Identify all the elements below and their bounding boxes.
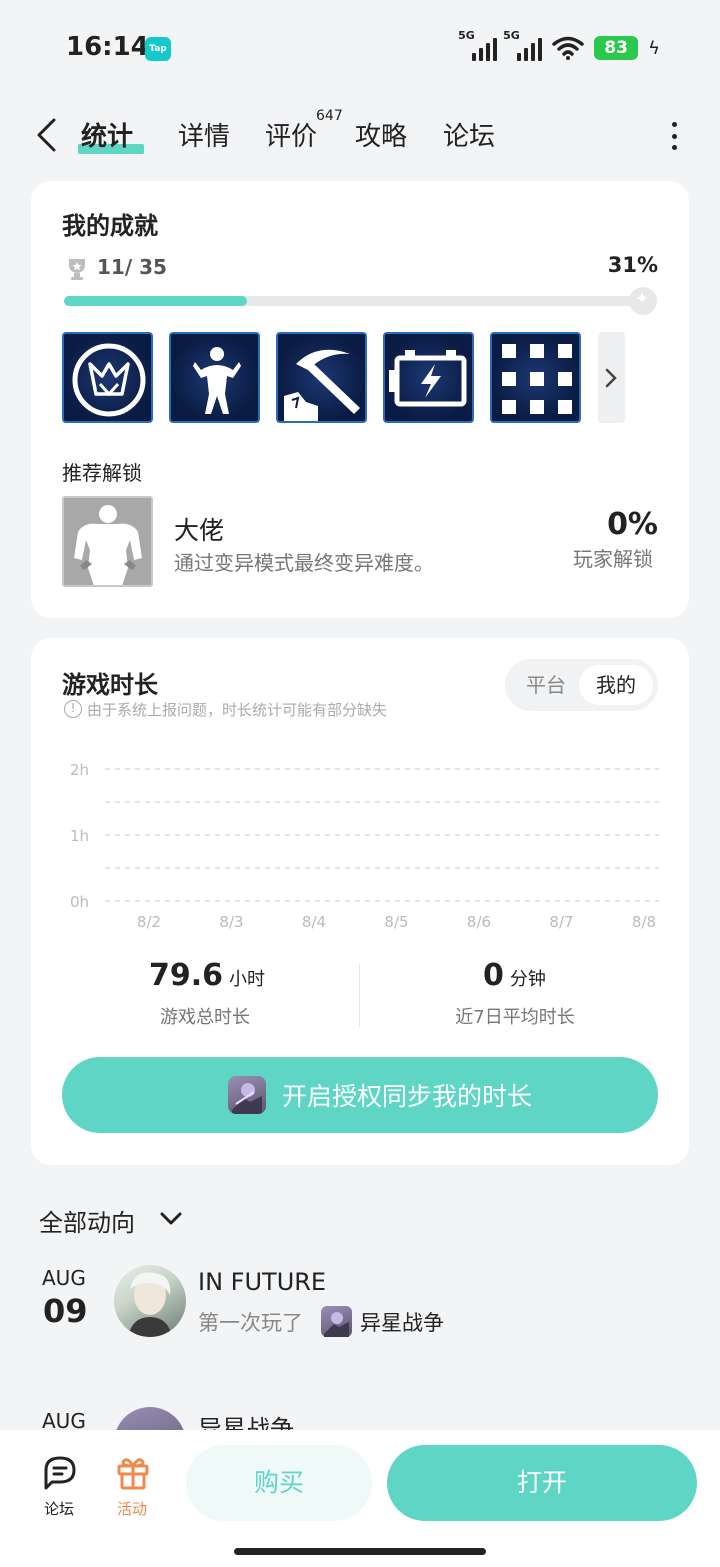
total-playtime-value: 79.6: [149, 958, 224, 993]
trophy-icon: [69, 259, 85, 280]
feed-filter[interactable]: 全部动向: [39, 1203, 135, 1238]
achievement-badge[interactable]: [169, 332, 260, 423]
achievement-badge[interactable]: [490, 332, 581, 423]
chevron-right-icon: [605, 368, 617, 388]
game-icon[interactable]: [321, 1306, 352, 1337]
total-playtime-unit: 小时: [229, 969, 266, 990]
playtime-note: 由于系统上报问题，时长统计可能有部分缺失: [87, 701, 388, 719]
cellular-signal-icon: 5G: [503, 29, 543, 61]
top-navigation: 统计 详情 评价 647 攻略 论坛: [0, 100, 720, 170]
forum-label[interactable]: 论坛: [29, 1498, 89, 1519]
total-playtime-label: 游戏总时长: [160, 1007, 250, 1028]
tab-reviews[interactable]: 评价: [265, 116, 317, 153]
playtime-chart: 2h 1h 0h 8/2 8/3 8/4 8/5 8/6 8/7 8/8: [70, 761, 659, 931]
sync-playtime-button[interactable]: 开启授权同步我的时长: [62, 1057, 658, 1133]
recommended-unlock-percent: 0%: [607, 507, 658, 542]
recommended-achievement-description: 通过变异模式最终变异难度。: [174, 551, 434, 575]
playtime-card: 游戏时长 平台 我的 ! 由于系统上报问题，时长统计可能有部分缺失 2h 1h 0h…: [31, 638, 689, 1165]
x-tick-label: 8/4: [302, 913, 326, 931]
flexing-figure-icon: [193, 347, 241, 414]
activity-label[interactable]: 活动: [102, 1498, 162, 1519]
achievement-progress-bar: [64, 296, 654, 306]
tab-forum[interactable]: 论坛: [443, 116, 495, 153]
progress-goal-icon: [629, 287, 657, 315]
signal-type-label: 5G: [458, 29, 475, 42]
home-indicator[interactable]: [234, 1548, 486, 1555]
recommended-achievement-icon[interactable]: [62, 496, 153, 587]
buy-button[interactable]: 购买: [186, 1445, 372, 1521]
achievements-card[interactable]: 我的成就 11/ 35 31% ✦ 推荐解锁 大佬 通过变异模式最终变异难度。 …: [31, 181, 689, 618]
y-tick-label: 2h: [70, 761, 89, 779]
info-icon: !: [64, 700, 82, 718]
signal-type-label: 5G: [503, 29, 520, 42]
chevron-down-icon[interactable]: [160, 1212, 182, 1226]
achievement-badge[interactable]: [276, 332, 367, 423]
bottom-action-bar: 论坛 活动 购买 打开: [0, 1430, 720, 1567]
scope-toggle[interactable]: 平台 我的: [505, 659, 658, 711]
feed-month: AUG: [42, 1266, 86, 1290]
avatar[interactable]: [114, 1265, 186, 1337]
feed-action: 第一次玩了: [198, 1311, 303, 1335]
feed-game-name[interactable]: 异星战争: [360, 1307, 444, 1337]
y-tick-label: 0h: [70, 893, 89, 911]
achievement-progress-fill: [64, 296, 247, 306]
review-count: 647: [316, 108, 343, 124]
total-playtime: 79.6 小时: [149, 958, 265, 993]
achievement-count: 11/ 35: [97, 255, 167, 279]
crown-emblem-icon: [72, 343, 146, 417]
recommended-unlock-title: 推荐解锁: [62, 461, 142, 485]
feed-username[interactable]: IN FUTURE: [198, 1268, 326, 1296]
charging-icon: ϟ: [648, 37, 660, 59]
playtime-title: 游戏时长: [62, 671, 158, 699]
y-tick-label: 1h: [70, 827, 89, 845]
open-button[interactable]: 打开: [387, 1445, 697, 1521]
wifi-icon: [552, 36, 584, 60]
x-tick-label: 8/6: [467, 913, 491, 931]
recommended-unlock-label: 玩家解锁: [573, 547, 653, 571]
x-tick-label: 8/7: [549, 913, 573, 931]
tab-details[interactable]: 详情: [178, 116, 230, 153]
forum-chat-icon[interactable]: [40, 1452, 80, 1492]
avg-playtime: 0 分钟: [483, 958, 546, 993]
toggle-mine[interactable]: 我的: [579, 665, 653, 705]
tab-stats[interactable]: 统计: [81, 116, 133, 153]
taptap-notification-icon: Tap: [145, 37, 171, 61]
x-tick-label: 8/2: [137, 913, 161, 931]
toggle-platform[interactable]: 平台: [511, 665, 581, 705]
x-tick-label: 8/3: [219, 913, 243, 931]
x-tick-label: 8/5: [384, 913, 408, 931]
cellular-signal-icon: 5G: [458, 29, 498, 61]
achievements-title: 我的成就: [62, 212, 158, 240]
pickaxe-icon: [284, 349, 360, 421]
battery-level: 83: [594, 36, 639, 60]
feed-day: 09: [43, 1292, 88, 1330]
muscle-man-icon: [74, 505, 142, 585]
avg-playtime-value: 0: [483, 958, 504, 993]
sync-button-label: 开启授权同步我的时长: [282, 1082, 533, 1111]
recommended-achievement-name: 大佬: [174, 516, 225, 545]
more-options-icon[interactable]: [668, 122, 680, 150]
grid-icon: [502, 344, 572, 414]
tab-guides[interactable]: 攻略: [355, 116, 407, 153]
x-tick-label: 8/8: [632, 913, 656, 931]
avg-playtime-unit: 分钟: [509, 969, 546, 990]
status-time: 16:14: [66, 32, 149, 62]
achievement-badge[interactable]: [62, 332, 153, 423]
achievement-badge[interactable]: [383, 332, 474, 423]
status-bar: 16:14 Tap 5G 5G 83 ϟ: [0, 0, 720, 96]
gift-icon[interactable]: [113, 1452, 153, 1492]
battery-charge-icon: [389, 350, 467, 407]
stat-divider: [359, 964, 360, 1027]
more-achievements-button[interactable]: [598, 332, 625, 423]
avg-playtime-label: 近7日平均时长: [455, 1007, 575, 1028]
game-icon: [228, 1076, 266, 1114]
back-arrow-icon[interactable]: [34, 118, 58, 152]
achievement-percent: 31%: [607, 253, 658, 277]
